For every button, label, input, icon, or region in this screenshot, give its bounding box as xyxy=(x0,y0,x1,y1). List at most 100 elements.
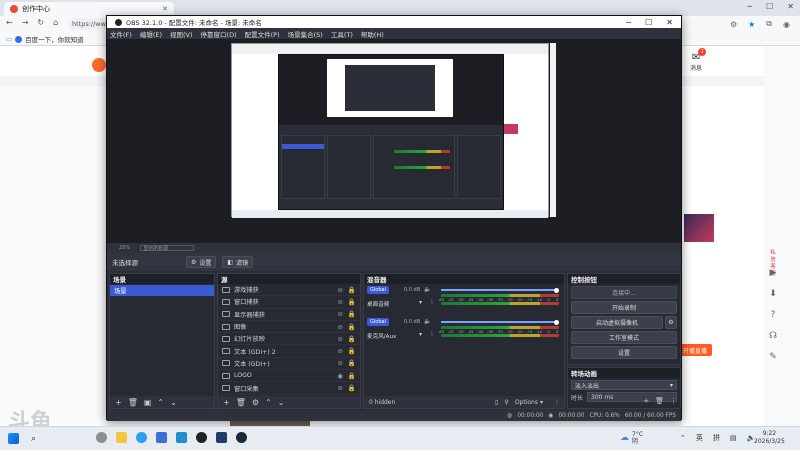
favorites-star-icon[interactable]: ★ xyxy=(748,20,755,29)
tray-chevron-icon[interactable]: ⌃ xyxy=(680,434,686,442)
clock[interactable]: 9:22 2026/3/25 xyxy=(754,430,785,446)
settings-button[interactable]: 设置 xyxy=(571,346,677,359)
mixer-menu-icon[interactable]: ⋮ xyxy=(554,399,564,406)
reload-icon[interactable]: ↻ xyxy=(37,18,44,27)
steam-2-icon[interactable] xyxy=(236,432,247,443)
scene-item[interactable]: 场景 xyxy=(110,285,214,296)
menu-item[interactable]: 场景集合(S) xyxy=(288,29,323,39)
source-item[interactable]: 窗口采集 ⊘ 🔒 xyxy=(218,382,360,395)
preview-mode-select[interactable]: 显示所有源 xyxy=(140,245,195,252)
menu-item[interactable]: 编辑(E) xyxy=(140,29,162,39)
profile-icon[interactable]: ◉ xyxy=(783,20,790,29)
source-item[interactable]: LOGO ◉ 🔒 xyxy=(218,370,360,383)
browser-minimize-icon[interactable]: ─ xyxy=(747,2,752,11)
channel-menu-icon[interactable]: ⋮ xyxy=(429,298,435,305)
search-icon[interactable]: ⌕ xyxy=(31,434,36,444)
speaker-icon[interactable]: 🔈 xyxy=(424,286,431,293)
back-arrow-icon[interactable]: ← xyxy=(6,18,13,27)
obs-preview[interactable] xyxy=(107,39,681,243)
lock-icon[interactable]: 🔒 xyxy=(348,384,356,392)
transition-menu-icon[interactable]: ⋮ xyxy=(670,397,677,405)
video-icon[interactable]: ▶ xyxy=(770,268,777,278)
source-item[interactable]: 窗口捕获 ⊘ 🔒 xyxy=(218,296,360,309)
volume-slider[interactable] xyxy=(441,289,559,291)
visibility-eye-icon[interactable]: ⊘ xyxy=(337,298,342,306)
virtual-camera-button[interactable]: 启动虚拟摄像机 xyxy=(571,316,663,329)
source-item[interactable]: 游戏捕获 ⊘ 🔒 xyxy=(218,284,360,297)
lock-icon[interactable]: 🔒 xyxy=(348,347,356,355)
transition-select[interactable]: 淡入淡出 ▾ xyxy=(571,380,677,390)
download-icon[interactable]: ⬇ xyxy=(769,289,777,299)
add-source-icon[interactable]: + xyxy=(223,398,230,407)
obs-close-icon[interactable]: ✕ xyxy=(666,18,673,27)
extensions-icon[interactable]: ⚙ xyxy=(730,20,737,29)
source-item[interactable]: 图像 ⊘ 🔒 xyxy=(218,321,360,334)
start-streaming-button[interactable]: 连接中... xyxy=(571,286,677,299)
start-recording-button[interactable]: 开始录制 xyxy=(571,301,677,314)
visibility-eye-icon[interactable]: ⊘ xyxy=(337,384,342,392)
lock-icon[interactable]: 🔒 xyxy=(348,286,356,294)
mail-icon[interactable] xyxy=(176,432,187,443)
obs-minimize-icon[interactable]: ─ xyxy=(626,18,631,27)
add-scene-icon[interactable]: + xyxy=(115,398,122,407)
remove-transition-icon[interactable]: 🗑 xyxy=(655,397,664,405)
volume-knob[interactable] xyxy=(554,319,559,325)
file-explorer-icon[interactable] xyxy=(116,432,127,443)
source-settings-icon[interactable]: ⚙ xyxy=(252,398,259,407)
home-icon[interactable]: ⌂ xyxy=(53,18,58,27)
browser-tab[interactable]: 创作中心 ✕ xyxy=(4,2,174,16)
source-properties-button[interactable]: ⚙ 设置 xyxy=(186,256,217,268)
channel-dropdown-icon[interactable]: ▾ xyxy=(419,299,422,306)
browser-close-icon[interactable]: ✕ xyxy=(787,2,794,11)
move-down-icon[interactable]: ⌄ xyxy=(170,398,177,407)
visibility-eye-icon[interactable]: ⊘ xyxy=(337,310,342,318)
source-up-icon[interactable]: ⌃ xyxy=(265,398,272,407)
tab-close-icon[interactable]: ✕ xyxy=(162,5,168,13)
obs-maximize-icon[interactable]: ☐ xyxy=(645,18,652,27)
start-icon[interactable] xyxy=(8,433,19,444)
channel-dropdown-icon[interactable]: ▾ xyxy=(419,331,422,338)
add-transition-icon[interactable]: + xyxy=(643,397,649,405)
visibility-eye-icon[interactable]: ◉ xyxy=(337,372,343,380)
source-filters-button[interactable]: ◧ 滤镜 xyxy=(222,256,254,268)
volume-slider[interactable] xyxy=(441,321,559,323)
browser-maximize-icon[interactable]: ☐ xyxy=(766,2,773,11)
lock-icon[interactable]: 🔒 xyxy=(348,323,356,331)
store-icon[interactable] xyxy=(156,432,167,443)
remove-scene-icon[interactable]: 🗑 xyxy=(128,398,138,407)
menu-item[interactable]: 配置文件(P) xyxy=(245,29,280,39)
menu-item[interactable]: 视图(V) xyxy=(170,29,193,39)
mixer-link-icon[interactable]: ⚲ xyxy=(504,399,508,406)
menu-item[interactable]: 工具(T) xyxy=(331,29,353,39)
mixer-layout-icon[interactable]: ▯ xyxy=(495,399,498,406)
bookmark-item[interactable]: ▭ 百度一下，你就知道 xyxy=(6,34,84,44)
scene-filter-icon[interactable]: ▣ xyxy=(144,398,152,407)
visibility-eye-icon[interactable]: ⊘ xyxy=(337,359,342,367)
source-down-icon[interactable]: ⌄ xyxy=(278,398,285,407)
visibility-eye-icon[interactable]: ⊘ xyxy=(337,347,342,355)
source-item[interactable]: 幻灯片放映 ⊘ 🔒 xyxy=(218,333,360,346)
menu-item[interactable]: 文件(F) xyxy=(110,29,132,39)
steam-icon[interactable] xyxy=(216,432,227,443)
ime-mode[interactable]: 拼 xyxy=(713,433,720,443)
network-icon[interactable]: ▤ xyxy=(730,434,737,442)
help-icon[interactable]: ? xyxy=(771,310,776,320)
visibility-eye-icon[interactable]: ⊘ xyxy=(337,323,342,331)
source-item[interactable]: 文本 (GDI+) ⊘ 🔒 xyxy=(218,358,360,371)
menu-item[interactable]: 停靠窗口(D) xyxy=(201,29,237,39)
ime-language[interactable]: 英 xyxy=(696,433,703,443)
channel-menu-icon[interactable]: ⋮ xyxy=(429,330,435,337)
obs-taskbar-icon[interactable] xyxy=(196,432,207,443)
edge-icon[interactable] xyxy=(136,432,147,443)
menu-item[interactable]: 帮助(H) xyxy=(361,29,384,39)
remove-source-icon[interactable]: 🗑 xyxy=(236,398,246,407)
studio-mode-button[interactable]: 工作室模式 xyxy=(571,331,677,344)
source-item[interactable]: 显示器捕获 ⊘ 🔒 xyxy=(218,309,360,321)
visibility-eye-icon[interactable]: ⊘ xyxy=(337,335,342,343)
forward-arrow-icon[interactable]: → xyxy=(22,18,29,27)
move-up-icon[interactable]: ⌃ xyxy=(157,398,164,407)
go-live-button[interactable]: 开播直播 xyxy=(678,344,713,356)
site-notify[interactable]: ✉ 1 消息 xyxy=(690,48,707,72)
weather-widget[interactable]: ☁ 7°C 阴 xyxy=(620,431,643,445)
headset-icon[interactable]: ☊ xyxy=(769,331,777,341)
